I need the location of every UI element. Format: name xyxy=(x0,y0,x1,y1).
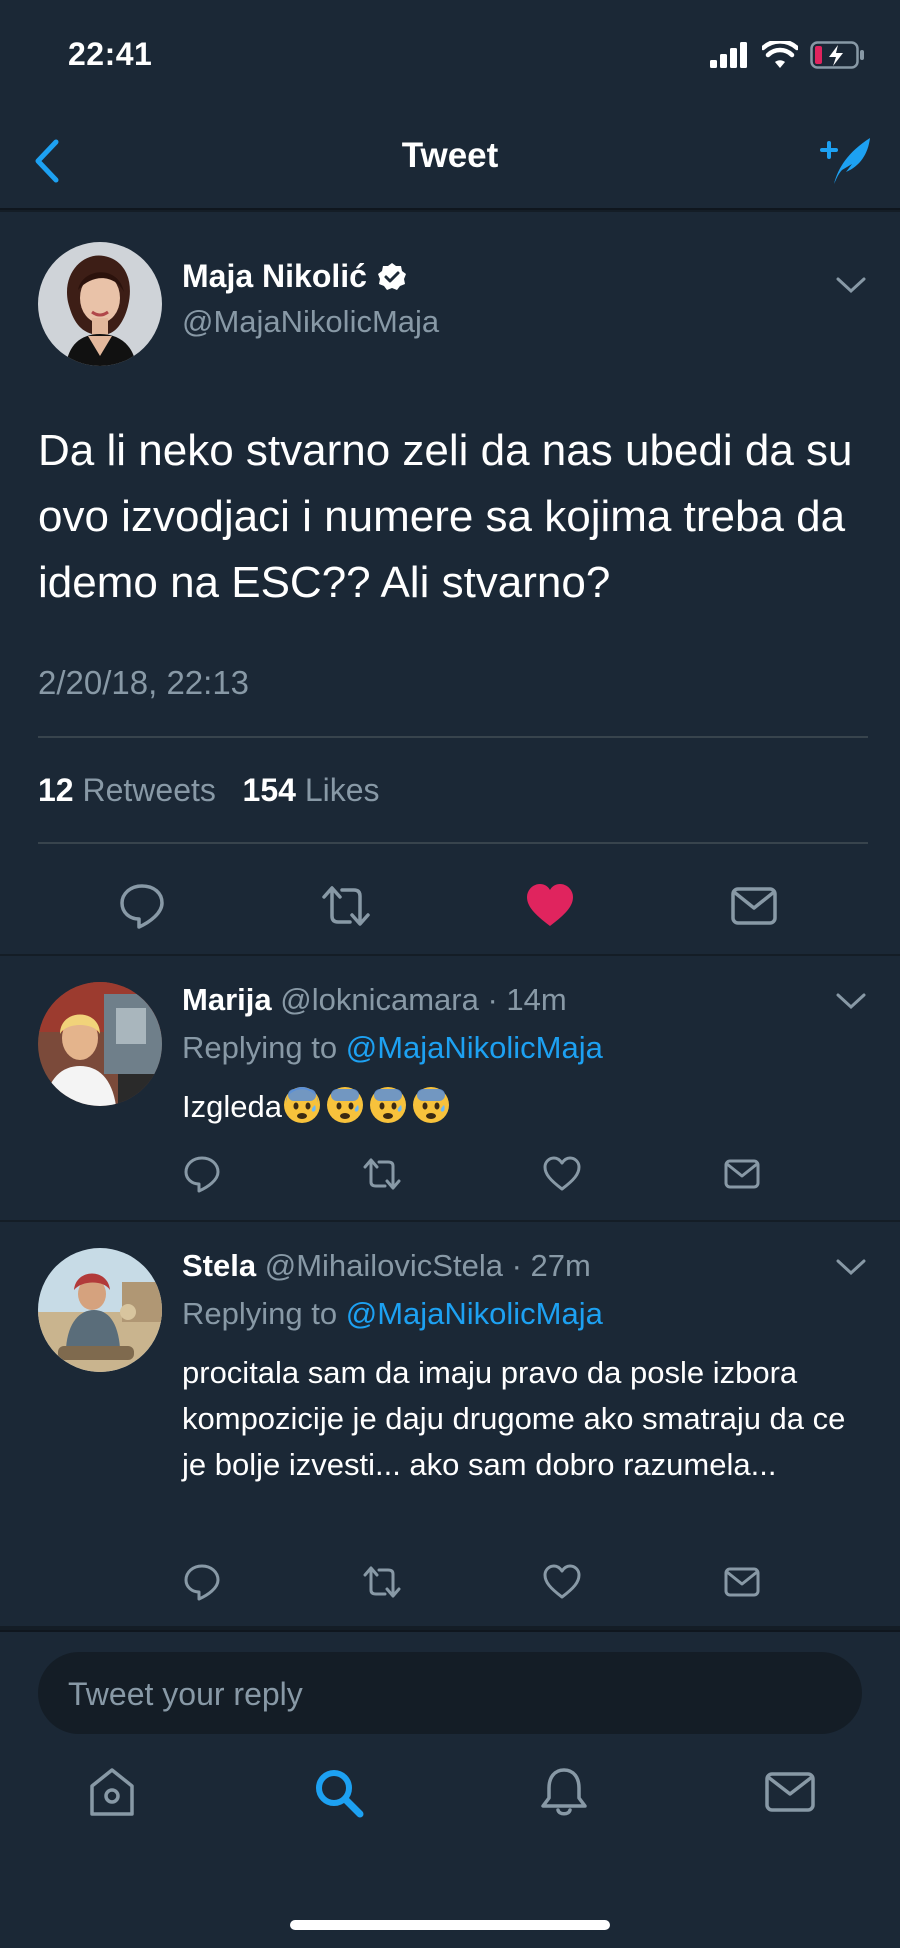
retweet-stat[interactable]: 12 Retweets xyxy=(38,772,216,808)
reply-action-bar xyxy=(0,1562,900,1622)
compose-tweet-icon[interactable] xyxy=(816,132,874,188)
replying-to-mention[interactable]: @MajaNikolicMaja xyxy=(346,1296,603,1331)
anxious-face-with-sweat-icon xyxy=(283,1087,320,1123)
retweet-icon[interactable] xyxy=(362,1562,402,1602)
retweet-count: 12 xyxy=(38,772,74,808)
retweet-icon[interactable] xyxy=(362,1154,402,1194)
tweet-text: Da li neko stvarno zeli da nas ubedi da … xyxy=(38,426,853,607)
reply-author-name[interactable]: Stela xyxy=(182,1248,256,1283)
reply-author-handle[interactable]: @loknicamara xyxy=(280,982,479,1017)
heart-icon[interactable] xyxy=(542,1562,582,1602)
replying-to-label: Replying to xyxy=(182,1296,338,1331)
tweet-timestamp: 2/20/18, 22:13 xyxy=(38,664,250,701)
like-label: Likes xyxy=(304,772,380,808)
author-handle[interactable]: @MajaNikolicMaja xyxy=(182,304,439,340)
home-icon[interactable] xyxy=(82,1762,142,1822)
messages-icon[interactable] xyxy=(760,1762,820,1822)
nav-bar: Tweet xyxy=(0,110,900,210)
direct-message-icon[interactable] xyxy=(722,1562,762,1602)
reply-tweet[interactable]: Marija @loknicamara · 14m Replying to @M… xyxy=(0,956,900,1220)
like-count: 154 xyxy=(242,772,296,808)
author-name[interactable]: Maja Nikolić xyxy=(182,258,367,295)
main-tweet: Maja Nikolić @MajaNikolicMaja Da li neko… xyxy=(0,212,900,954)
anxious-face-with-sweat-icon xyxy=(369,1087,406,1123)
reply-author-name[interactable]: Marija xyxy=(182,982,272,1017)
reply-icon[interactable] xyxy=(116,880,168,932)
status-icons xyxy=(710,40,866,70)
wifi-icon xyxy=(762,41,798,68)
reply-author-handle[interactable]: @MihailovicStela xyxy=(265,1248,503,1283)
divider xyxy=(38,842,868,844)
reply-composer-placeholder[interactable]: Tweet your reply xyxy=(68,1676,303,1713)
reply-header[interactable]: Stela @MihailovicStela · 27m xyxy=(182,1248,591,1284)
signal-icon xyxy=(710,42,747,68)
reply-header[interactable]: Marija @loknicamara · 14m xyxy=(182,982,567,1018)
retweet-label: Retweets xyxy=(82,772,216,808)
reply-tweet[interactable]: Stela @MihailovicStela · 27m Replying to… xyxy=(0,1222,900,1626)
reply-text: procitala sam da imaju pravo da posle iz… xyxy=(182,1355,846,1482)
replying-to-mention[interactable]: @MajaNikolicMaja xyxy=(346,1030,603,1065)
verified-badge-icon xyxy=(377,262,406,290)
reply-action-bar xyxy=(0,1154,900,1214)
replying-to: Replying to @MajaNikolicMaja xyxy=(182,1296,603,1332)
reply-icon[interactable] xyxy=(182,1562,222,1602)
reply-text: Izgleda xyxy=(182,1089,282,1124)
tweet-action-bar xyxy=(0,862,900,952)
bottom-area: Tweet your reply xyxy=(0,1630,900,1948)
tab-bar xyxy=(0,1762,900,1862)
heart-liked-icon[interactable] xyxy=(524,880,576,932)
avatar[interactable] xyxy=(38,242,162,366)
page-title: Tweet xyxy=(401,136,499,175)
chevron-down-icon[interactable] xyxy=(834,990,868,1012)
reply-composer[interactable]: Tweet your reply xyxy=(38,1652,862,1734)
replying-to-label: Replying to xyxy=(182,1030,338,1065)
notifications-bell-icon[interactable] xyxy=(534,1762,594,1822)
battery-charging-icon xyxy=(810,41,864,69)
anxious-face-with-sweat-icon xyxy=(412,1087,449,1123)
status-time: 22:41 xyxy=(68,36,153,72)
direct-message-icon[interactable] xyxy=(728,880,780,932)
status-bar: 22:41 xyxy=(0,0,900,110)
heart-icon[interactable] xyxy=(542,1154,582,1194)
direct-message-icon[interactable] xyxy=(722,1154,762,1194)
reply-time: · 14m xyxy=(487,982,567,1017)
chevron-down-icon[interactable] xyxy=(834,274,868,296)
anxious-face-with-sweat-icon xyxy=(326,1087,363,1123)
reply-time: · 27m xyxy=(511,1248,591,1283)
reply-icon[interactable] xyxy=(182,1154,222,1194)
reply-text-row: Izgleda xyxy=(182,1084,872,1130)
search-icon[interactable] xyxy=(308,1762,368,1822)
chevron-down-icon[interactable] xyxy=(834,1256,868,1278)
author-name-row[interactable]: Maja Nikolić xyxy=(182,258,407,295)
avatar[interactable] xyxy=(38,982,162,1106)
like-stat[interactable]: 154 Likes xyxy=(243,772,380,808)
home-indicator[interactable] xyxy=(290,1920,610,1930)
divider xyxy=(38,736,868,738)
retweet-icon[interactable] xyxy=(320,880,372,932)
replying-to: Replying to @MajaNikolicMaja xyxy=(182,1030,603,1066)
tweet-stats: 12 Retweets 154 Likes xyxy=(38,772,380,809)
avatar[interactable] xyxy=(38,1248,162,1372)
